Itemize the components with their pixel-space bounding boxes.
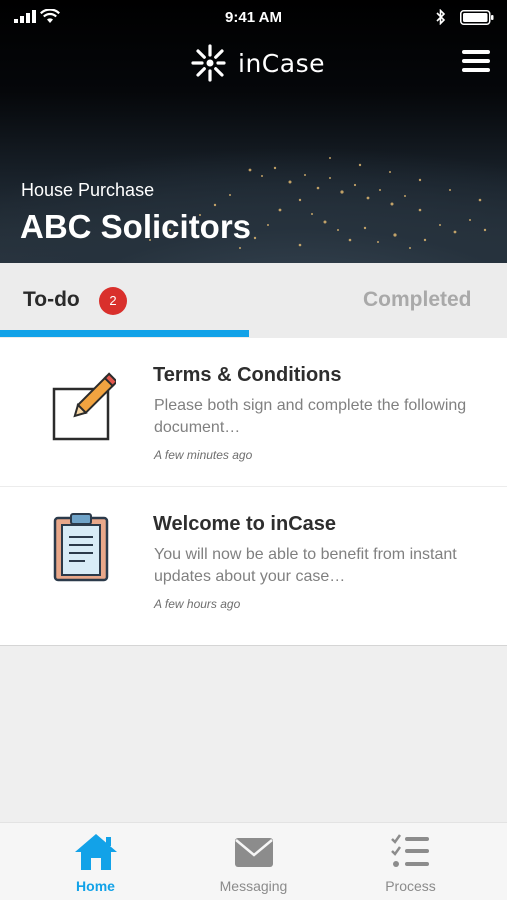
nav-process-label: Process: [385, 878, 436, 894]
edit-document-icon: [52, 372, 116, 441]
brand-name: inCase: [238, 48, 325, 78]
tab-completed[interactable]: Completed: [340, 288, 490, 312]
incase-logo-icon: [191, 44, 226, 82]
bottom-navigation: Home Messaging Process: [0, 822, 507, 900]
todo-count-badge: 2: [99, 287, 127, 315]
tab-todo[interactable]: To-do 2: [0, 263, 249, 338]
nav-home[interactable]: Home: [11, 823, 180, 900]
status-time: 9:41 AM: [225, 9, 282, 26]
task-description: You will now be able to benefit from ins…: [154, 546, 457, 585]
active-tab-indicator: [0, 330, 249, 337]
list-item[interactable]: Welcome to inCase You will now be able t…: [0, 486, 507, 634]
hamburger-menu-icon[interactable]: [462, 50, 490, 76]
task-description: Please both sign and complete the follow…: [154, 397, 467, 436]
app-logo: inCase: [190, 42, 325, 84]
status-bar: 9:41 AM: [0, 0, 507, 34]
battery-icon: [460, 10, 494, 25]
nav-home-label: Home: [76, 878, 115, 894]
clipboard-icon: [53, 513, 109, 582]
task-list: Terms & Conditions Please both sign and …: [0, 338, 507, 646]
task-title: Terms & Conditions: [153, 364, 342, 386]
case-type: House Purchase: [21, 180, 155, 200]
task-title: Welcome to inCase: [153, 513, 337, 535]
header-banner: 9:41 AM inCase House Purchase ABC Solici…: [0, 0, 507, 263]
list-item[interactable]: Terms & Conditions Please both sign and …: [0, 338, 507, 486]
nav-process[interactable]: Process: [326, 823, 495, 900]
nav-messaging-label: Messaging: [219, 878, 288, 894]
checklist-icon: [391, 834, 429, 867]
firm-name: ABC Solicitors: [20, 208, 252, 245]
task-time: A few minutes ago: [154, 448, 253, 462]
task-time: A few hours ago: [154, 597, 241, 611]
home-icon: [75, 834, 117, 870]
envelope-icon: [235, 838, 273, 867]
task-tabs: To-do 2 Completed: [0, 263, 507, 338]
bluetooth-icon: [436, 9, 446, 25]
nav-messaging[interactable]: Messaging: [169, 823, 338, 900]
tab-todo-label: To-do: [23, 288, 80, 311]
